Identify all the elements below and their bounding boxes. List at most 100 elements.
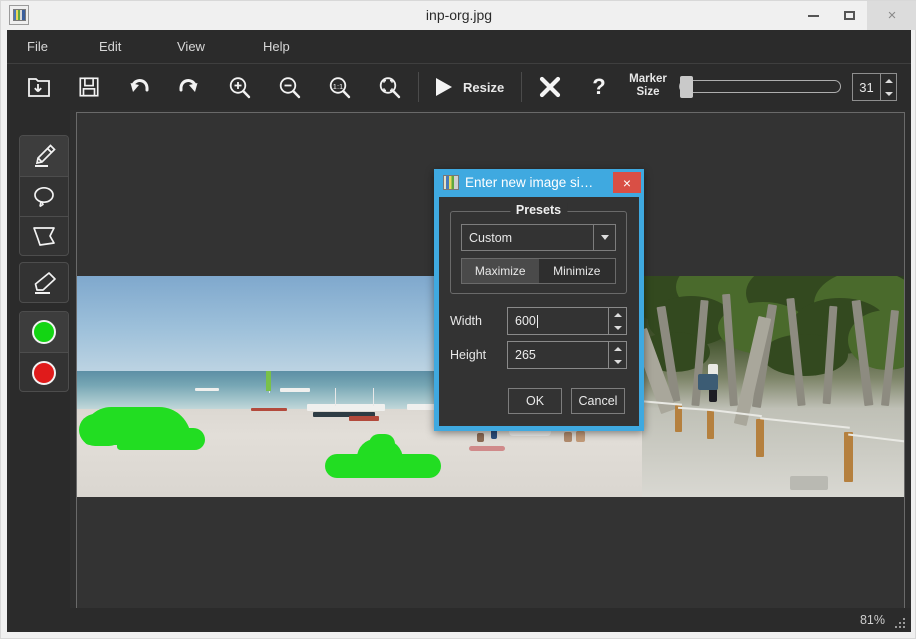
chevron-down-icon [600, 235, 609, 240]
annotation-mask-green [117, 428, 205, 450]
eraser-icon [34, 272, 56, 294]
height-increment-button[interactable] [609, 342, 626, 355]
lasso-tool[interactable] [20, 176, 68, 216]
question-mark-icon: ? [592, 74, 605, 99]
height-stepper-arrows [608, 342, 626, 368]
rope-post [707, 409, 714, 439]
width-value: 600 [515, 314, 536, 328]
resize-dialog: Enter new image si… × Presets Custom Max… [434, 169, 644, 431]
width-input[interactable]: 600 [508, 308, 608, 334]
help-button[interactable]: ? [577, 68, 621, 106]
title-bar: inp-org.jpg × [1, 1, 916, 30]
undo-button[interactable] [117, 68, 161, 106]
magnifier-fit-icon [379, 76, 400, 98]
dialog-body: Presets Custom Maximize Minimize Width 6… [439, 197, 639, 426]
rope-post [756, 419, 764, 457]
minimize-button[interactable]: Minimize [539, 259, 616, 283]
close-image-button[interactable] [528, 68, 572, 106]
presets-dropdown-arrow[interactable] [593, 225, 615, 250]
mast [335, 388, 336, 406]
concrete-block [790, 476, 828, 490]
color-swatch-green[interactable] [20, 312, 68, 352]
eraser-tool[interactable] [20, 263, 68, 302]
save-file-button[interactable] [67, 68, 111, 106]
boat [195, 388, 219, 391]
marker-pen-tool[interactable] [20, 136, 68, 176]
open-file-button[interactable] [17, 68, 61, 106]
chevron-up-icon [613, 312, 622, 317]
height-input[interactable]: 265 [508, 342, 608, 368]
width-row: Width 600 [450, 307, 627, 335]
marker-size-label-line2: Size [636, 86, 660, 98]
resize-button[interactable]: Resize [431, 68, 504, 106]
close-button[interactable]: × [867, 1, 916, 30]
dialog-title-bar: Enter new image si… × [434, 169, 644, 197]
text-cursor [536, 314, 538, 328]
toolbar-separator [418, 72, 419, 102]
zoom-in-button[interactable] [217, 68, 261, 106]
width-stepper[interactable]: 600 [507, 307, 627, 335]
presets-legend: Presets [509, 203, 568, 217]
vehicle [698, 374, 718, 390]
magnifier-plus-icon [229, 76, 250, 98]
zoom-actual-button[interactable]: 1:1 [317, 68, 361, 106]
redo-arrow-icon [179, 79, 198, 92]
width-increment-button[interactable] [609, 308, 626, 321]
folder-download-icon [28, 78, 50, 97]
boat [251, 408, 287, 411]
main-toolbar: 1:1 Resize ? Marker Size 31 [7, 64, 911, 111]
color-swatch-red[interactable] [20, 352, 68, 391]
minimize-button[interactable] [795, 1, 831, 30]
polygon-tool[interactable] [20, 216, 68, 255]
rope-post [844, 432, 853, 482]
menu-item-file[interactable]: File [17, 30, 58, 63]
marker-size-label: Marker Size [620, 73, 676, 99]
rope [848, 433, 904, 443]
cancel-button[interactable]: Cancel [571, 388, 625, 414]
marker-size-decrement-button[interactable] [881, 87, 896, 100]
height-stepper[interactable]: 265 [507, 341, 627, 369]
towel [469, 446, 505, 451]
marker-pen-icon [35, 144, 56, 167]
width-decrement-button[interactable] [609, 321, 626, 334]
maximize-button[interactable]: Maximize [462, 259, 539, 283]
presets-segmented-control: Maximize Minimize [461, 258, 616, 284]
resize-grip-icon[interactable] [894, 617, 905, 628]
marker-size-increment-button[interactable] [881, 74, 896, 87]
play-triangle-icon [436, 78, 452, 96]
person [477, 433, 484, 442]
toolbar-separator-2 [521, 72, 522, 102]
marker-size-slider-thumb[interactable] [680, 76, 693, 98]
redo-button[interactable] [167, 68, 211, 106]
presets-dropdown[interactable]: Custom [461, 224, 616, 251]
ok-button[interactable]: OK [508, 388, 562, 414]
lasso-loop-icon [34, 186, 54, 207]
zoom-fit-button[interactable] [367, 68, 411, 106]
svg-text:?: ? [592, 74, 605, 99]
marker-size-slider[interactable] [679, 76, 841, 98]
width-stepper-arrows [608, 308, 626, 334]
menu-item-edit[interactable]: Edit [89, 30, 131, 63]
dialog-close-button[interactable]: × [613, 172, 641, 193]
rope-post [675, 405, 682, 432]
marker-size-label-line1: Marker [629, 73, 667, 85]
rope [677, 406, 715, 412]
application-window: inp-org.jpg × File Edit View Help 1:1 Re… [0, 0, 916, 639]
height-decrement-button[interactable] [609, 355, 626, 368]
zoom-out-button[interactable] [267, 68, 311, 106]
maximize-button[interactable] [831, 1, 867, 30]
status-bar: 81% [7, 608, 911, 632]
menu-item-view[interactable]: View [167, 30, 215, 63]
marker-size-stepper[interactable]: 31 [852, 73, 897, 101]
circle-icon [32, 320, 56, 344]
presets-group: Presets Custom Maximize Minimize [450, 203, 627, 294]
menu-item-help[interactable]: Help [253, 30, 300, 63]
circle-icon [32, 360, 56, 385]
maximize-icon [843, 11, 855, 20]
app-icon [9, 5, 29, 25]
palm-frond [762, 334, 848, 376]
annotation-mask-green [79, 414, 125, 446]
height-row: Height 265 [450, 341, 627, 369]
minimize-icon [807, 14, 819, 17]
draw-tools-group [19, 135, 69, 256]
